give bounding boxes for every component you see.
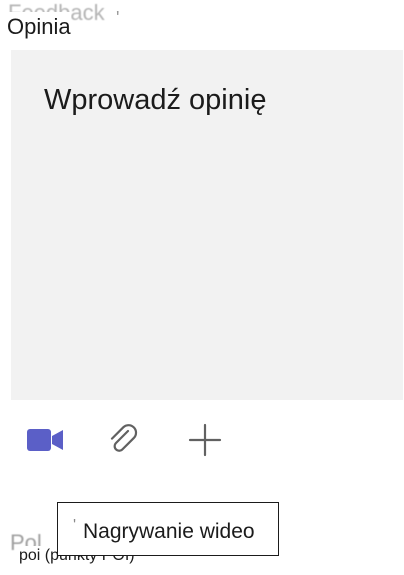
paperclip-icon [105,422,141,463]
video-recording-tooltip: ' Nagrywanie wideo [57,502,279,556]
record-video-button[interactable] [23,420,67,464]
tooltip-text: Nagrywanie wideo [83,520,255,543]
feedback-label: Opinia [7,12,71,42]
feedback-textarea[interactable] [11,50,403,400]
faded-background-mark: ' [116,8,120,28]
tooltip-faded-mark: ' [73,517,77,534]
video-camera-icon [25,426,65,459]
plus-icon [187,422,223,463]
attach-file-button[interactable] [101,420,145,464]
add-button[interactable] [183,420,227,464]
